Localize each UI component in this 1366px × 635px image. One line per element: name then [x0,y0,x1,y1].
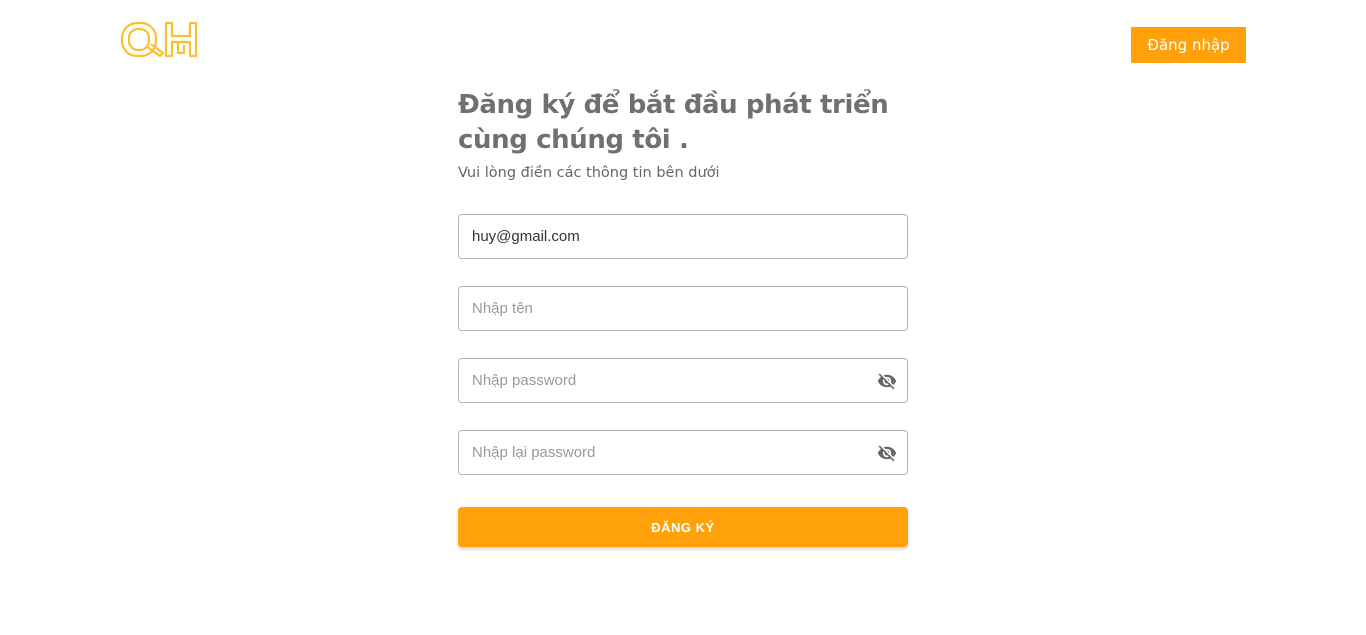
name-field[interactable] [458,286,908,331]
eye-off-icon[interactable] [877,443,897,463]
password-input[interactable] [459,359,907,402]
eye-off-icon[interactable] [877,371,897,391]
login-button[interactable]: Đăng nhập [1131,27,1246,63]
title-line-2: cùng chúng tôi . [458,125,689,155]
signup-page: Đăng nhập Đăng ký để bắt đầu phát triển … [0,0,1366,635]
confirm-password-field[interactable] [458,430,908,475]
email-field[interactable] [458,214,908,259]
qh-logo-icon[interactable] [120,20,202,60]
title-line-1: Đăng ký để bắt đầu phát triển [458,90,889,120]
page-subtitle: Vui lòng điền các thông tin bên dưới [458,165,720,181]
signup-form: Đăng ký để bắt đầu phát triển cùng chúng… [458,88,908,547]
confirm-password-input[interactable] [459,431,907,474]
password-field[interactable] [458,358,908,403]
email-input[interactable] [459,215,907,258]
signup-button[interactable]: ĐĂNG KÝ [458,507,908,547]
page-title: Đăng ký để bắt đầu phát triển cùng chúng… [458,88,908,158]
name-input[interactable] [459,287,907,330]
